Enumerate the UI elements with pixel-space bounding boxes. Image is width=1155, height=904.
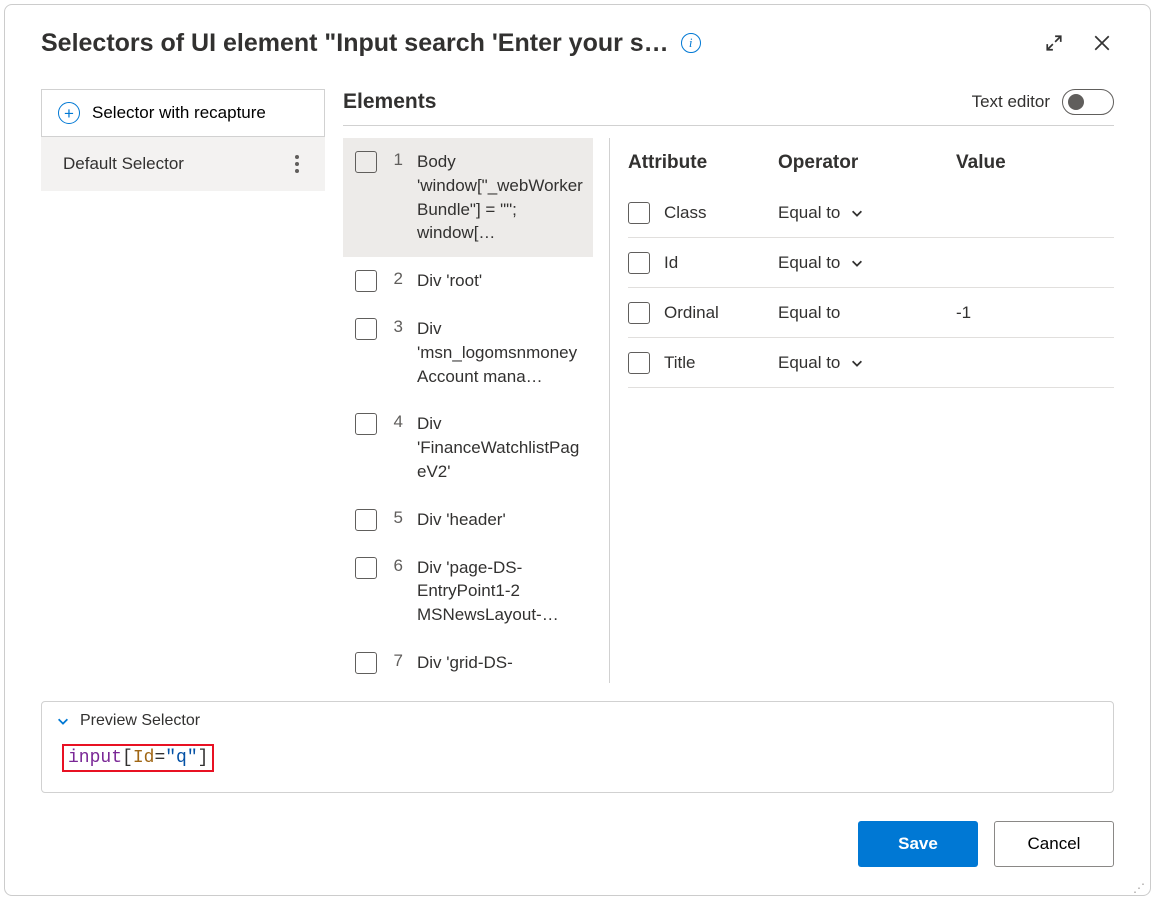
attribute-name: Class xyxy=(664,203,707,223)
attr-col-value: Value xyxy=(956,152,1114,174)
elements-heading: Elements xyxy=(343,90,436,114)
attribute-row: Title Equal to xyxy=(628,338,1114,388)
text-editor-toggle[interactable] xyxy=(1062,89,1114,115)
element-text: Div 'header' xyxy=(417,508,585,532)
selector-with-recapture-button[interactable]: + Selector with recapture xyxy=(41,89,325,137)
element-checkbox[interactable] xyxy=(355,413,377,435)
element-checkbox[interactable] xyxy=(355,509,377,531)
element-text: Div 'grid-DS- xyxy=(417,651,585,675)
element-number: 6 xyxy=(391,556,403,576)
attribute-name: Ordinal xyxy=(664,303,719,323)
element-number: 3 xyxy=(391,317,403,337)
attribute-checkbox[interactable] xyxy=(628,202,650,224)
attribute-name: Id xyxy=(664,253,678,273)
element-number: 1 xyxy=(391,150,403,170)
resize-handle[interactable]: ⋰ xyxy=(1133,885,1146,891)
element-checkbox[interactable] xyxy=(355,557,377,579)
selector-item[interactable]: Default Selector xyxy=(41,137,325,191)
close-icon[interactable] xyxy=(1084,25,1120,61)
attribute-checkbox[interactable] xyxy=(628,252,650,274)
attribute-row: Class Equal to xyxy=(628,188,1114,238)
recapture-label: Selector with recapture xyxy=(92,103,266,123)
element-number: 7 xyxy=(391,651,403,671)
element-checkbox[interactable] xyxy=(355,270,377,292)
element-text: Div 'page-DS-EntryPoint1-2 MSNewsLayout-… xyxy=(417,556,585,627)
attribute-name: Title xyxy=(664,353,696,373)
cancel-button[interactable]: Cancel xyxy=(994,821,1114,867)
attribute-operator[interactable]: Equal to xyxy=(778,253,956,273)
elements-list[interactable]: 1 Body 'window["_webWorkerBundle"] = "";… xyxy=(343,138,599,683)
element-number: 2 xyxy=(391,269,403,289)
element-number: 5 xyxy=(391,508,403,528)
attr-col-attribute: Attribute xyxy=(628,152,778,174)
element-text: Div 'root' xyxy=(417,269,585,293)
dialog-title: Selectors of UI element "Input search 'E… xyxy=(41,29,669,58)
info-icon[interactable]: i xyxy=(681,33,701,53)
chevron-down-icon[interactable] xyxy=(850,206,864,220)
attribute-checkbox[interactable] xyxy=(628,302,650,324)
element-row[interactable]: 4 Div 'FinanceWatchlistPageV2' xyxy=(343,400,593,495)
element-text: Div 'msn_logomsnmoneyAccount mana… xyxy=(417,317,585,388)
attribute-checkbox[interactable] xyxy=(628,352,650,374)
attribute-row: Ordinal Equal to -1 xyxy=(628,288,1114,338)
element-text: Div 'FinanceWatchlistPageV2' xyxy=(417,412,585,483)
text-editor-label: Text editor xyxy=(972,92,1050,112)
element-checkbox[interactable] xyxy=(355,151,377,173)
element-row[interactable]: 3 Div 'msn_logomsnmoneyAccount mana… xyxy=(343,305,593,400)
element-row[interactable]: 1 Body 'window["_webWorkerBundle"] = "";… xyxy=(343,138,593,257)
chevron-down-icon xyxy=(56,714,70,728)
preview-selector-label: Preview Selector xyxy=(80,712,200,730)
element-text: Body 'window["_webWorkerBundle"] = ""; w… xyxy=(417,150,585,245)
element-checkbox[interactable] xyxy=(355,318,377,340)
element-row[interactable]: 6 Div 'page-DS-EntryPoint1-2 MSNewsLayou… xyxy=(343,544,593,639)
plus-icon: + xyxy=(58,102,80,124)
element-row[interactable]: 5 Div 'header' xyxy=(343,496,593,544)
attribute-operator[interactable]: Equal to xyxy=(778,203,956,223)
more-icon[interactable] xyxy=(291,151,303,177)
element-number: 4 xyxy=(391,412,403,432)
element-row[interactable]: 7 Div 'grid-DS- xyxy=(343,639,593,683)
expand-icon[interactable] xyxy=(1036,25,1072,61)
chevron-down-icon[interactable] xyxy=(850,256,864,270)
element-row[interactable]: 2 Div 'root' xyxy=(343,257,593,305)
preview-selector-toggle[interactable]: Preview Selector xyxy=(56,712,1099,730)
save-button[interactable]: Save xyxy=(858,821,978,867)
attribute-row: Id Equal to xyxy=(628,238,1114,288)
element-checkbox[interactable] xyxy=(355,652,377,674)
attr-col-operator: Operator xyxy=(778,152,956,174)
attribute-operator[interactable]: Equal to xyxy=(778,353,956,373)
attribute-value[interactable]: -1 xyxy=(956,303,1114,323)
chevron-down-icon[interactable] xyxy=(850,356,864,370)
selector-preview: input[Id="q"] xyxy=(56,740,1099,776)
attribute-operator[interactable]: Equal to xyxy=(778,303,956,323)
selector-item-label: Default Selector xyxy=(63,154,184,174)
